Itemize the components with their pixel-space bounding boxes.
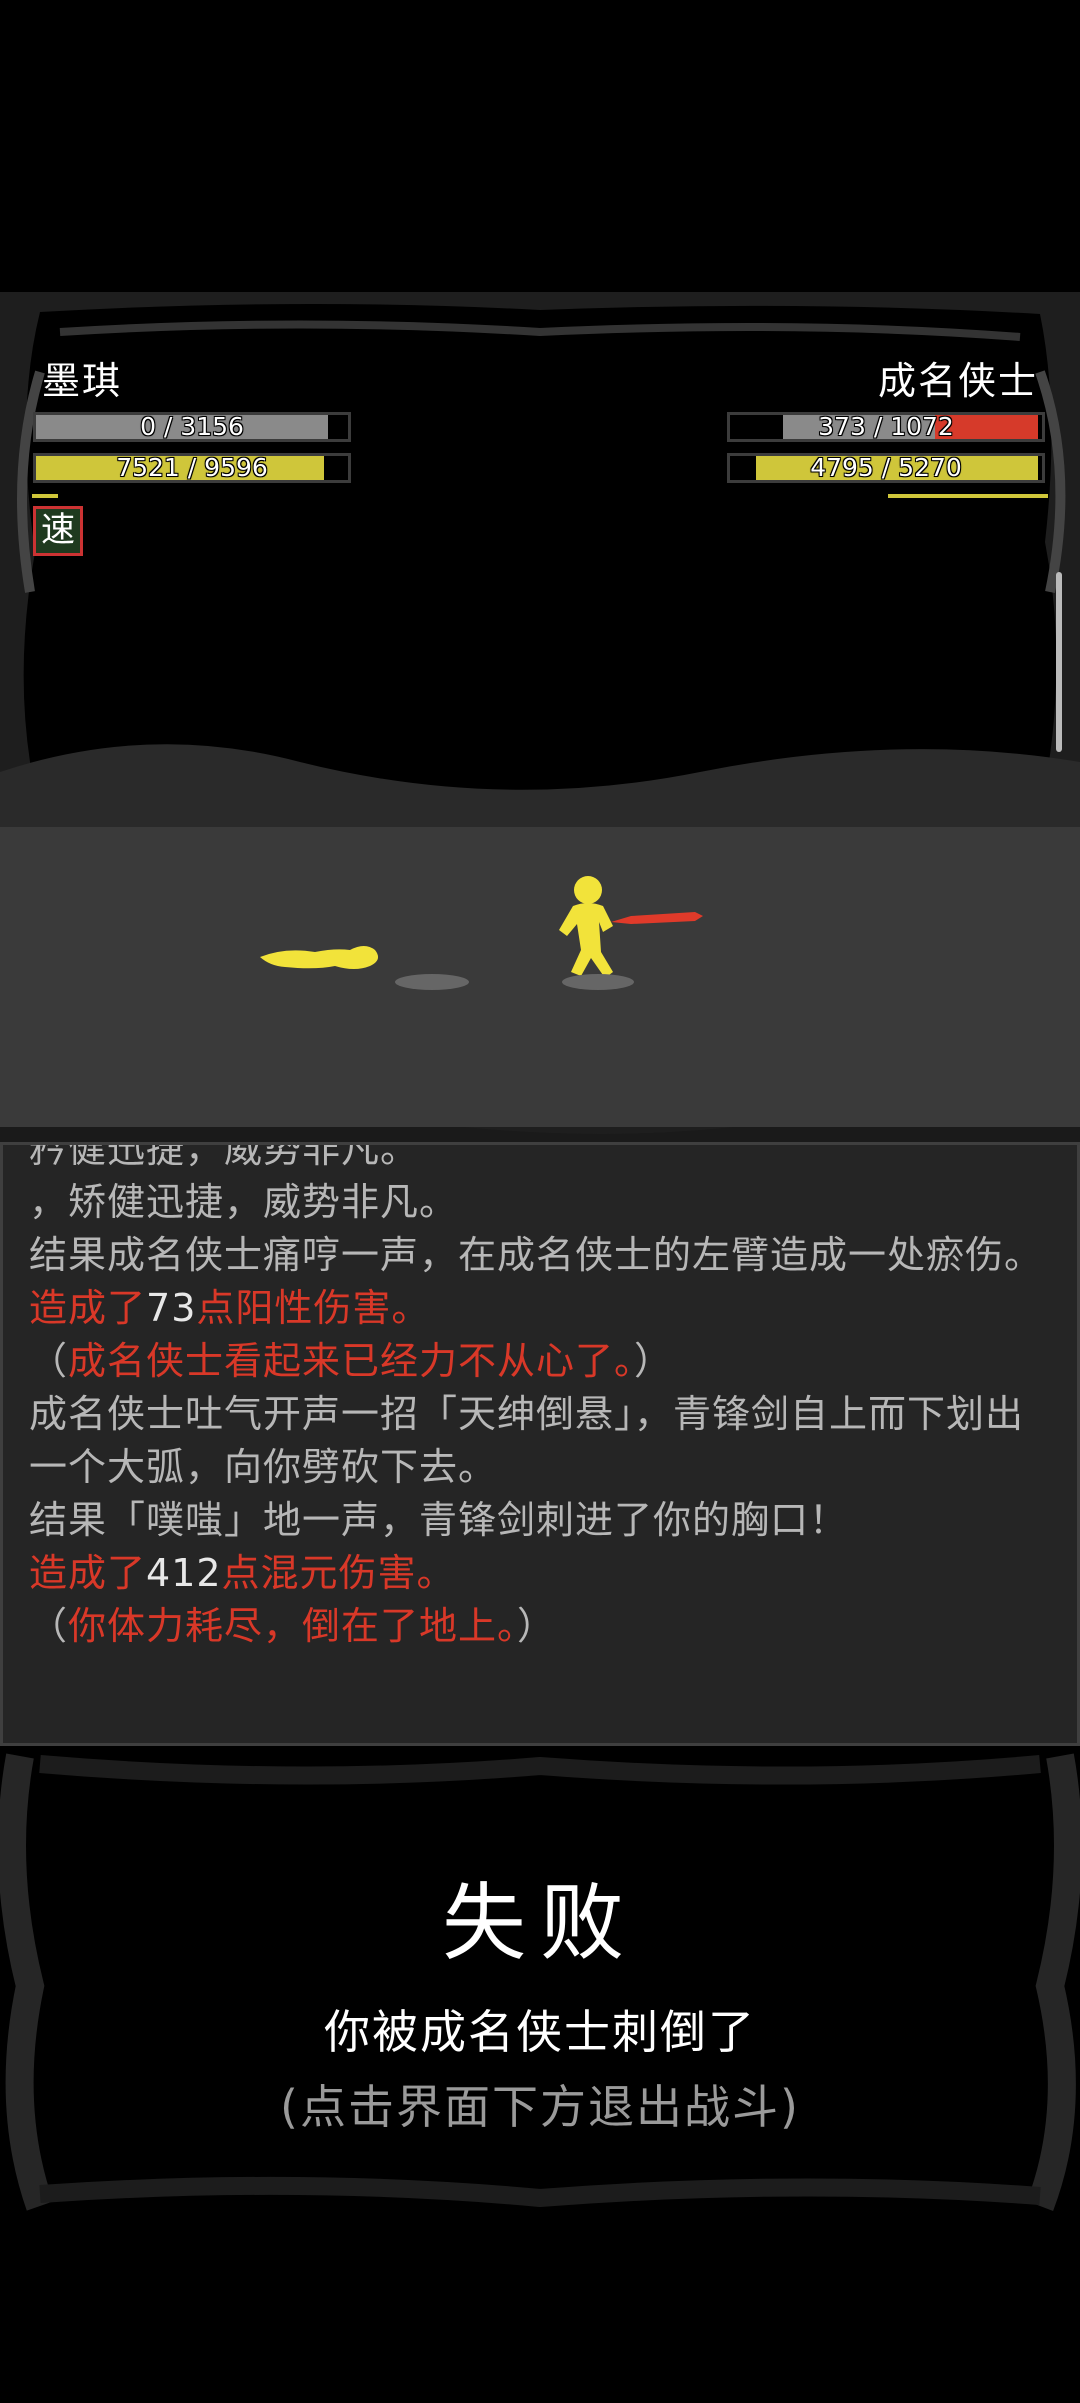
log-line-remark: （成名侠士看起来已经力不从心了。）: [29, 1335, 1059, 1388]
enemy-speed-gauge: [888, 494, 1048, 498]
paren-open: （: [29, 1339, 69, 1383]
enemy-shadow: [562, 974, 634, 990]
remark-text: 你体力耗尽，倒在了地上。: [68, 1604, 518, 1648]
player-name: 墨琪: [42, 359, 123, 403]
log-line: 结果「噗嗤」地一声，青锋剑刺进了你的胸口！: [29, 1498, 849, 1542]
battle-log[interactable]: 矜健迅捷，威势非凡。 ，矫健迅捷，威势非凡。 结果成名侠士痛哼一声，在成名侠士的…: [0, 1142, 1080, 1746]
log-line: 结果成名侠士痛哼一声，在成名侠士的左臂造成一处瘀伤。: [29, 1233, 1044, 1277]
fallen-player-figure: [260, 946, 379, 969]
top-black-area: [0, 0, 1080, 292]
damage-prefix: 造成了: [29, 1551, 147, 1595]
battle-ground: [0, 827, 1080, 1127]
result-description: 你被成名侠士刺倒了: [324, 2005, 756, 2059]
log-line: 成名侠士吐气开声一招「天绅倒悬」，青锋剑自上而下划出一个大弧，向你劈砍下去。: [29, 1392, 1025, 1489]
player-speed-gauge: [32, 494, 58, 498]
paren-close: ）: [634, 1339, 674, 1383]
log-line-damage: 造成了73点阳性伤害。: [29, 1282, 1059, 1335]
exit-hint[interactable]: (点击界面下方退出战斗): [0, 2071, 1080, 2137]
bottom-black-area[interactable]: [0, 2212, 1080, 2403]
battle-result-panel[interactable]: 失败 你被成名侠士刺倒了 (点击界面下方退出战斗): [0, 1746, 1080, 2212]
enemy-energy-text: 4795 / 5270: [810, 453, 962, 482]
log-line-cut: 矜健迅捷，威势非凡。: [29, 1142, 420, 1171]
damage-prefix: 造成了: [29, 1286, 147, 1330]
damage-value: 412: [146, 1551, 222, 1595]
enemy-energy-bar: 4795 / 5270: [727, 453, 1045, 483]
damage-type: 点阳性伤害。: [196, 1286, 431, 1330]
log-line: ，矫健迅捷，威势非凡。: [29, 1180, 459, 1224]
player-energy-text: 7521 / 9596: [116, 453, 268, 482]
result-title: 失败: [441, 1874, 638, 1972]
damage-value: 73: [146, 1286, 197, 1330]
player-hp-bar: 0 / 3156: [33, 412, 351, 442]
speed-status-icon[interactable]: 速: [33, 506, 83, 556]
log-line-damage: 造成了412点混元伤害。: [29, 1547, 1059, 1600]
paren-open: （: [29, 1604, 69, 1648]
damage-type: 点混元伤害。: [221, 1551, 456, 1595]
player-energy-bar: 7521 / 9596: [33, 453, 351, 483]
player-hp-text: 0 / 3156: [140, 412, 244, 441]
paren-close: ）: [517, 1604, 557, 1648]
scene-scrollbar[interactable]: [1056, 572, 1062, 752]
player-shadow: [395, 974, 469, 990]
remark-text: 成名侠士看起来已经力不从心了。: [68, 1339, 635, 1383]
battle-log-content: 矜健迅捷，威势非凡。 ，矫健迅捷，威势非凡。 结果成名侠士痛哼一声，在成名侠士的…: [29, 1142, 1059, 1653]
log-line-remark: （你体力耗尽，倒在了地上。）: [29, 1600, 1059, 1653]
enemy-hp-bar: 373 / 1072: [727, 412, 1045, 442]
enemy-hp-text: 373 / 1072: [818, 412, 954, 441]
enemy-name: 成名侠士: [877, 359, 1038, 403]
battle-scene[interactable]: 墨琪 成名侠士 0 / 3156 7521 / 9596 373 / 1072 …: [0, 292, 1080, 1142]
result-ink-frame: [0, 1753, 1080, 2211]
